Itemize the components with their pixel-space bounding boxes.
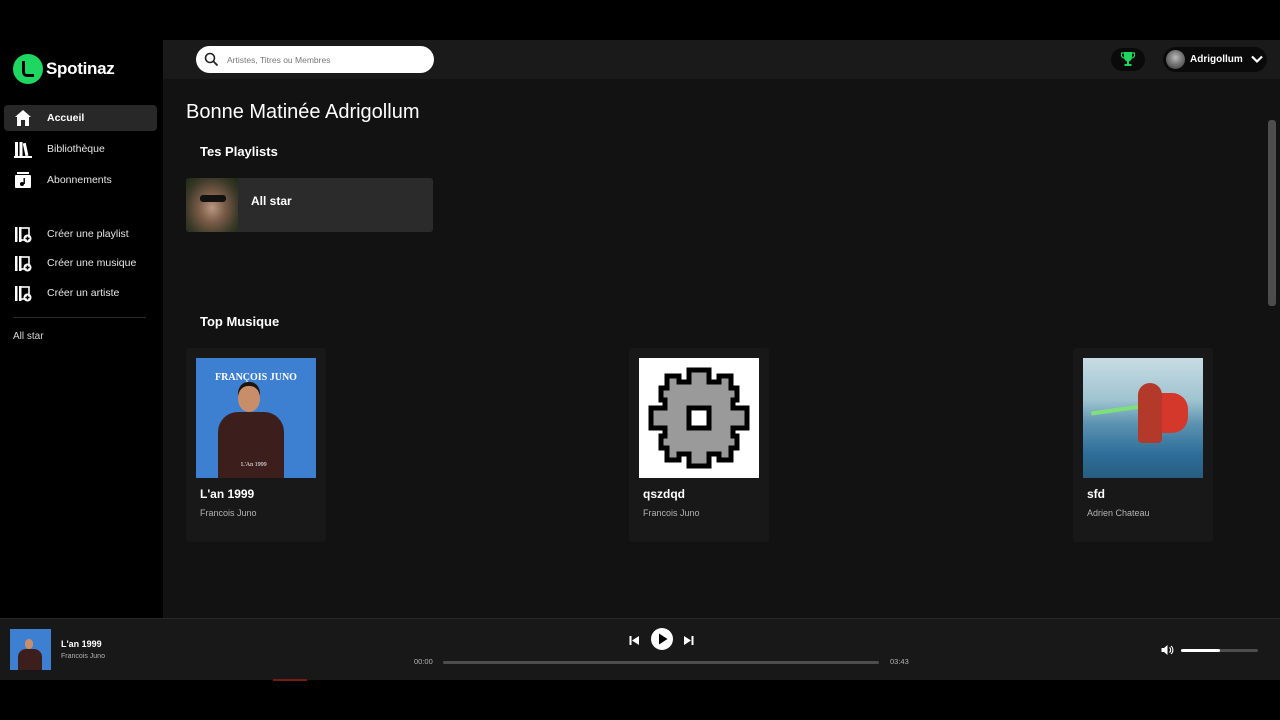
cover-beam	[1090, 404, 1142, 416]
track-card[interactable]: FRANÇOIS JUNO L'An 1999 L'an 1999 Franco…	[186, 348, 326, 542]
cover-heading: FRANÇOIS JUNO	[215, 372, 297, 383]
playlist-title: All star	[251, 194, 292, 208]
home-icon	[15, 110, 31, 126]
cover-face	[25, 639, 33, 649]
sidebar-playlist-item[interactable]: All star	[13, 331, 44, 342]
create-playlist-button[interactable]: Créer une playlist	[4, 221, 157, 247]
user-menu[interactable]: Adrigollum	[1163, 47, 1267, 72]
now-playing-cover	[10, 629, 51, 670]
playlist-card[interactable]: All star	[186, 178, 433, 232]
avatar	[1166, 50, 1185, 69]
user-name: Adrigollum	[1190, 54, 1243, 65]
sidebar: Spotinaz Accueil Bibliothèque Abonnement…	[0, 40, 163, 618]
search-input[interactable]	[227, 52, 427, 68]
scrollbar[interactable]	[1268, 120, 1276, 306]
album-cover	[1083, 358, 1203, 478]
create-music-icon	[15, 256, 32, 272]
sidebar-item-bibliotheque[interactable]: Bibliothèque	[4, 136, 157, 162]
app-window: Spotinaz Accueil Bibliothèque Abonnement…	[0, 40, 1280, 680]
cover-cape	[1158, 393, 1188, 433]
cover-title: L'An 1999	[241, 462, 267, 468]
logo-icon	[13, 54, 43, 84]
search-box	[196, 46, 434, 73]
section-title-playlists: Tes Playlists	[200, 144, 278, 159]
album-cover	[639, 358, 759, 478]
progress-bar[interactable]	[443, 661, 879, 664]
play-button[interactable]	[651, 628, 673, 650]
track-card[interactable]: qszdqd Francois Juno	[629, 348, 769, 542]
page-title: Bonne Matinée Adrigollum	[186, 101, 420, 123]
main-content: Bonne Matinée Adrigollum Tes Playlists A…	[163, 79, 1280, 618]
cover-body	[218, 412, 284, 478]
search-icon	[204, 52, 219, 67]
volume-slider[interactable]	[1181, 649, 1258, 652]
track-title: sfd	[1087, 487, 1105, 501]
track-artist: Adrien Chateau	[1087, 508, 1150, 518]
create-playlist-icon	[15, 227, 32, 243]
trophy-icon	[1121, 52, 1135, 66]
create-music-button[interactable]: Créer une musique	[4, 250, 157, 276]
track-title: qszdqd	[643, 487, 685, 501]
sidebar-item-label: Abonnements	[47, 174, 112, 186]
taskbar-indicator	[273, 679, 307, 681]
play-icon	[659, 633, 668, 645]
chevron-down-icon	[1251, 55, 1263, 64]
subscriptions-icon	[15, 172, 31, 188]
app-name: Spotinaz	[46, 59, 115, 78]
sidebar-item-label: Créer un artiste	[47, 287, 120, 299]
playlist-image	[186, 178, 238, 232]
clipped-heading-fragment	[518, 604, 798, 618]
gear-icon	[648, 367, 750, 469]
sidebar-item-label: Accueil	[47, 112, 85, 124]
topbar: Adrigollum	[163, 40, 1280, 79]
volume-level	[1181, 649, 1220, 652]
sidebar-divider	[13, 317, 146, 318]
sidebar-item-label: Bibliothèque	[47, 143, 105, 155]
next-track-icon[interactable]	[683, 635, 694, 646]
duration: 03:43	[890, 657, 909, 666]
trophy-button[interactable]	[1111, 48, 1145, 71]
create-artist-icon	[15, 286, 32, 302]
now-playing-artist[interactable]: Francois Juno	[61, 653, 105, 660]
now-playing-title[interactable]: L'an 1999	[61, 639, 102, 649]
logo[interactable]: Spotinaz	[13, 54, 115, 84]
sidebar-item-abonnements[interactable]: Abonnements	[4, 167, 157, 193]
volume-icon[interactable]	[1161, 644, 1174, 656]
previous-track-icon[interactable]	[629, 635, 640, 646]
track-card[interactable]: sfd Adrien Chateau	[1073, 348, 1213, 542]
album-cover: FRANÇOIS JUNO L'An 1999	[196, 358, 316, 478]
cover-figure	[1138, 383, 1162, 443]
track-title: L'an 1999	[200, 487, 255, 501]
library-icon	[14, 142, 32, 158]
cover-face	[238, 386, 260, 412]
sidebar-item-label: Créer une musique	[47, 257, 137, 269]
cover-body	[18, 649, 42, 670]
player-bar: L'an 1999 Francois Juno 00:00 03:43	[0, 618, 1280, 680]
current-time: 00:00	[414, 657, 433, 666]
section-title-top-music: Top Musique	[200, 314, 280, 329]
sidebar-item-accueil[interactable]: Accueil	[4, 105, 157, 131]
track-artist: Francois Juno	[643, 508, 700, 518]
sidebar-item-label: Créer une playlist	[47, 228, 129, 240]
track-artist: Francois Juno	[200, 508, 257, 518]
create-artist-button[interactable]: Créer un artiste	[4, 280, 157, 306]
